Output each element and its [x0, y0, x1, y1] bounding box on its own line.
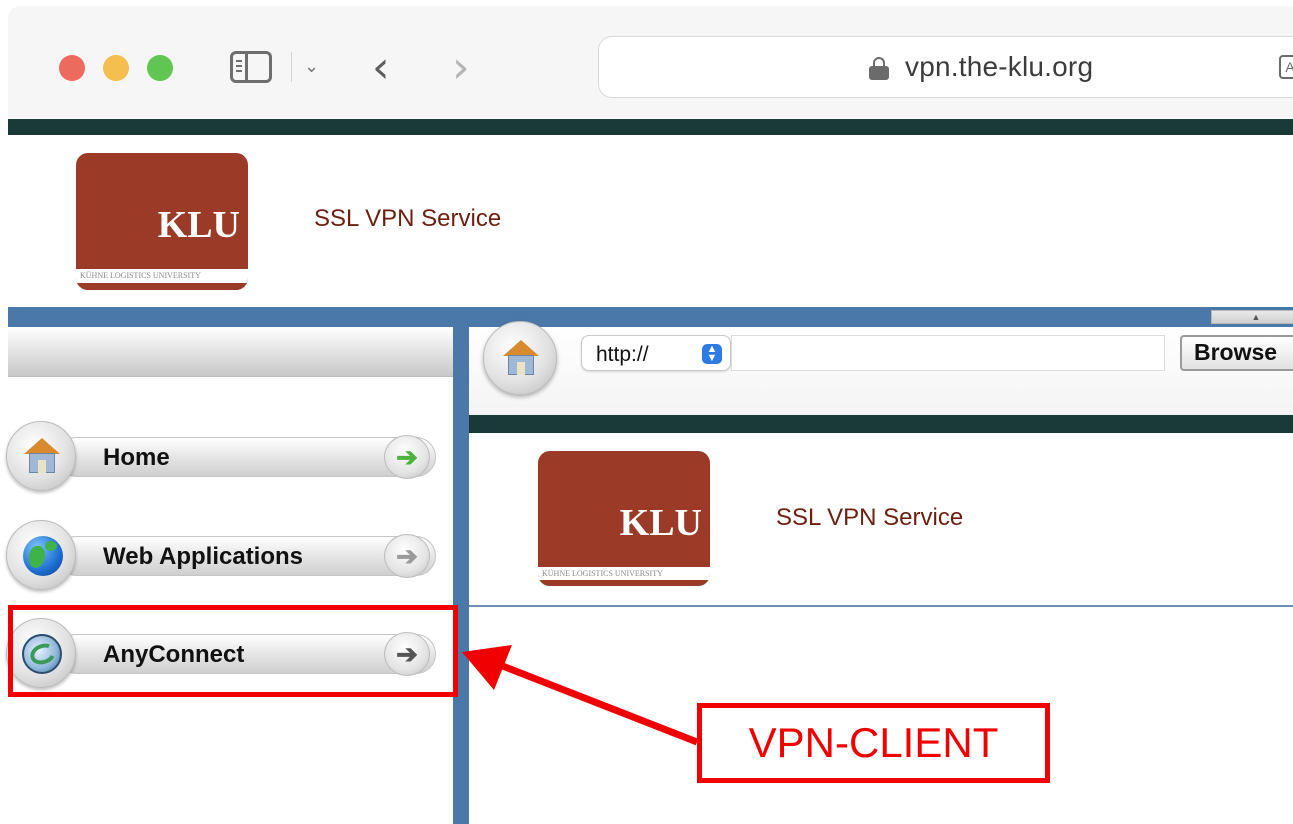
protocol-select-value[interactable]: http:// [596, 343, 649, 367]
back-arrow-icon[interactable]: ‹ [372, 42, 390, 93]
frame-top-border [8, 307, 1293, 327]
arrow-right-icon[interactable]: ➔ [384, 435, 430, 479]
house-icon [503, 340, 539, 376]
content-toolbar: ▲ http:// ▲ ▼ Browse [469, 310, 1293, 415]
address-bar-url[interactable]: vpn.the-klu.org [905, 51, 1093, 83]
minimize-window-button[interactable] [103, 55, 129, 81]
content-divider [469, 605, 1293, 607]
lock-icon [869, 57, 889, 81]
sidebar-toggle-icon[interactable] [230, 51, 272, 83]
klu-logo-tagline: KÜHNE LOGISTICS UNIVERSITY [76, 269, 248, 283]
anyconnect-highlight [8, 605, 458, 697]
page-title: SSL VPN Service [314, 205, 502, 232]
house-icon [24, 438, 60, 474]
klu-logo: KLU KÜHNE LOGISTICS UNIVERSITY [538, 451, 710, 586]
browse-button[interactable]: Browse [1180, 335, 1293, 371]
sidebar-item-label[interactable]: Home [103, 444, 170, 472]
left-navigation-header [8, 327, 453, 377]
klu-logo-tagline: KÜHNE LOGISTICS UNIVERSITY [538, 567, 710, 581]
vpn-client-callout: VPN-CLIENT [697, 703, 1050, 783]
content-title: SSL VPN Service [776, 504, 964, 531]
home-orb-button[interactable] [483, 321, 557, 395]
sidebar-item-orb[interactable] [6, 421, 76, 491]
translate-icon[interactable]: A [1279, 55, 1293, 79]
sidebar-item-orb[interactable] [6, 520, 76, 590]
klu-logo-word: KLU [157, 204, 240, 246]
frame-divider[interactable] [453, 327, 469, 824]
scroll-up-arrow-icon[interactable]: ▲ [1211, 310, 1293, 324]
zoom-window-button[interactable] [147, 55, 173, 81]
browser-toolbar: ⌄ ‹ › vpn.the-klu.org A [8, 6, 1293, 118]
page-top-bar [8, 119, 1293, 135]
forward-arrow-icon[interactable]: › [452, 42, 470, 93]
close-window-button[interactable] [59, 55, 85, 81]
globe-icon [23, 536, 63, 576]
content-top-bar [469, 415, 1293, 433]
url-input[interactable] [731, 335, 1165, 371]
arrow-right-icon[interactable]: ➔ [384, 534, 430, 578]
address-bar[interactable]: vpn.the-klu.org A [598, 36, 1293, 98]
klu-logo-word: KLU [619, 502, 702, 544]
klu-logo: KLU KÜHNE LOGISTICS UNIVERSITY [76, 153, 248, 290]
sidebar-item-web-applications[interactable]: Web Applications ➔ [6, 520, 438, 590]
protocol-select[interactable]: http:// ▲ ▼ [581, 335, 731, 371]
page-header: KLU KÜHNE LOGISTICS UNIVERSITY SSL VPN S… [8, 135, 1293, 307]
sidebar-item-home[interactable]: Home ➔ [6, 421, 438, 491]
select-stepper-icon[interactable]: ▲ ▼ [702, 344, 722, 364]
toolbar-divider [291, 52, 292, 82]
sidebar-item-label[interactable]: Web Applications [103, 543, 303, 571]
chevron-down-icon[interactable]: ⌄ [304, 56, 319, 77]
